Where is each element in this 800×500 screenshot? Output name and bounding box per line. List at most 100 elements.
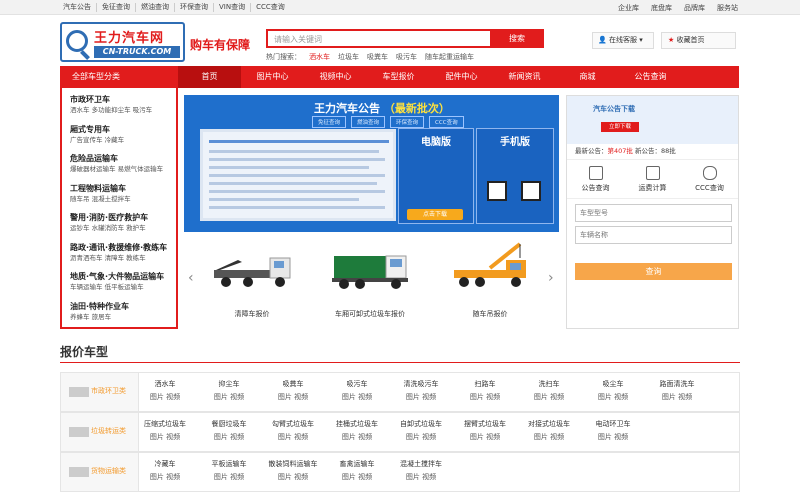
price-cell[interactable]: 洒水车 图片 视频: [133, 378, 197, 404]
tool-freight-calc[interactable]: 运费计算: [624, 160, 681, 198]
nav-videos[interactable]: 视频中心: [304, 66, 367, 88]
download-ad-button[interactable]: 立即下载: [601, 122, 639, 132]
model-number-field[interactable]: 车型型号: [575, 204, 732, 222]
online-service-button[interactable]: 👤 在线客服 ▾: [592, 32, 654, 49]
category-sub[interactable]: 随车吊 混凝土搅拌车: [70, 194, 168, 204]
price-cell[interactable]: 餐厨垃圾车 图片 视频: [197, 418, 261, 444]
truck-card[interactable]: 随车吊报价: [440, 236, 540, 326]
truck-caption[interactable]: 清障车报价: [202, 309, 302, 319]
category-item[interactable]: 油田·特种作业车 养蜂车 旅居车: [70, 301, 168, 331]
price-cell[interactable]: 清洗吸污车 图片 视频: [389, 378, 453, 404]
price-cell[interactable]: 路面清洗车 图片 视频: [645, 378, 709, 404]
price-cell[interactable]: 混凝土搅拌车 图片 视频: [389, 458, 453, 484]
category-title[interactable]: 路政·通讯·救援维修·教练车: [70, 242, 168, 253]
price-cell[interactable]: 自卸式垃圾车 图片 视频: [389, 418, 453, 444]
category-title[interactable]: 油田·特种作业车: [70, 301, 168, 312]
query-button[interactable]: 查询: [575, 263, 732, 280]
price-cell[interactable]: 吸粪车 图片 视频: [261, 378, 325, 404]
price-cell[interactable]: 畜禽运输车 图片 视频: [325, 458, 389, 484]
price-cell[interactable]: 扫路车 图片 视频: [453, 378, 517, 404]
category-item[interactable]: 路政·通讯·救援维修·教练车 沥青洒布车 清障车 教练车: [70, 242, 168, 272]
nav-parts[interactable]: 配件中心: [430, 66, 493, 88]
category-item[interactable]: 警用·消防·医疗救护车 运钞车 水罐消防车 救护车: [70, 212, 168, 242]
hot-item[interactable]: 洒水车: [309, 52, 330, 62]
top-link-notice[interactable]: 汽车公告: [58, 3, 97, 12]
download-ad-title: 汽车公告下载: [593, 105, 635, 113]
category-menu-title[interactable]: 全部车型分类: [60, 66, 178, 88]
nav-notice[interactable]: 公告查询: [619, 66, 682, 88]
category-title[interactable]: 厢式专用车: [70, 124, 168, 135]
logo-name: 王力汽车网: [94, 31, 165, 46]
hot-item[interactable]: 随车起重运输车: [425, 52, 474, 62]
category-item[interactable]: 工程物料运输车 随车吊 混凝土搅拌车: [70, 183, 168, 213]
nav-news[interactable]: 新闻资讯: [493, 66, 556, 88]
price-cell[interactable]: 对接式垃圾车 图片 视频: [517, 418, 581, 444]
price-cell[interactable]: 冷藏车 图片 视频: [133, 458, 197, 484]
download-button[interactable]: 点击下载: [407, 209, 463, 220]
nav-images[interactable]: 图片中心: [241, 66, 304, 88]
nav-mall[interactable]: 商城: [556, 66, 619, 88]
vehicle-name-field[interactable]: 车辆名称: [575, 226, 732, 244]
qr-code-icon: [521, 181, 541, 201]
hot-item[interactable]: 垃圾车: [338, 52, 359, 62]
truck-caption[interactable]: 随车吊报价: [440, 309, 540, 319]
price-cell[interactable]: 吸污车 图片 视频: [325, 378, 389, 404]
category-sub[interactable]: 沥青洒布车 清障车 教练车: [70, 253, 168, 263]
price-cell[interactable]: 挂桶式垃圾车 图片 视频: [325, 418, 389, 444]
price-cell[interactable]: 吸尘车 图片 视频: [581, 378, 645, 404]
category-sub[interactable]: 运钞车 水罐消防车 救护车: [70, 223, 168, 233]
truck-caption[interactable]: 车厢可卸式垃圾车报价: [320, 309, 420, 319]
top-link-chassis[interactable]: 底盘库: [651, 3, 672, 13]
price-cell[interactable]: 平板运输车 图片 视频: [197, 458, 261, 484]
top-link-brand[interactable]: 品牌库: [684, 3, 705, 13]
category-sub[interactable]: 养蜂车 旅居车: [70, 312, 168, 322]
price-cell[interactable]: 抑尘车 图片 视频: [197, 378, 261, 404]
row-label: 垃圾转运类: [61, 413, 139, 451]
qr-code-icon: [487, 181, 507, 201]
category-title[interactable]: 警用·消防·医疗救护车: [70, 212, 168, 223]
top-link-vin[interactable]: VIN查询: [214, 3, 252, 12]
price-cell[interactable]: 散装饲料运输车 图片 视频: [261, 458, 325, 484]
price-cell[interactable]: 摆臂式垃圾车 图片 视频: [453, 418, 517, 444]
price-cell[interactable]: 压缩式垃圾车 图片 视频: [133, 418, 197, 444]
logo-domain: CN-TRUCK.COM: [94, 46, 180, 58]
category-title[interactable]: 危险品运输车: [70, 153, 168, 164]
category-title[interactable]: 地质·气象·大件物品运输车: [70, 271, 168, 282]
top-link-service[interactable]: 服务站: [717, 3, 738, 13]
price-cell[interactable]: 洗扫车 图片 视频: [517, 378, 581, 404]
top-link-exempt[interactable]: 免征查询: [97, 3, 136, 12]
category-sub[interactable]: 爆破器材运输车 易燃气体运输车: [70, 164, 168, 174]
tow-truck-image: [214, 257, 291, 287]
tool-ccc-query[interactable]: CCC查询: [681, 160, 738, 198]
category-sub[interactable]: 洒水车 多功能抑尘车 吸污车: [70, 105, 168, 115]
price-cell[interactable]: 电动环卫车 图片 视频: [581, 418, 645, 444]
category-item[interactable]: 危险品运输车 爆破器材运输车 易燃气体运输车: [70, 153, 168, 183]
truck-card[interactable]: 车厢可卸式垃圾车报价: [320, 236, 420, 326]
garbage-truck-image: [332, 255, 408, 289]
top-link-company[interactable]: 企业库: [618, 3, 639, 13]
category-sub[interactable]: 广告宣传车 冷藏车: [70, 135, 168, 145]
search-input[interactable]: 请输入关键词: [274, 34, 322, 45]
category-sub[interactable]: 车辆运输车 低平板运输车: [70, 282, 168, 292]
category-title[interactable]: 工程物料运输车: [70, 183, 168, 194]
tool-notice-query[interactable]: 公告查询: [567, 160, 624, 198]
category-sidebar: 市政环卫车 洒水车 多功能抑尘车 吸污车 厢式专用车 广告宣传车 冷藏车 危险品运输…: [60, 88, 178, 329]
category-item[interactable]: 地质·气象·大件物品运输车 车辆运输车 低平板运输车: [70, 271, 168, 301]
search-button[interactable]: 搜索: [490, 29, 544, 48]
price-cell[interactable]: 勾臂式垃圾车 图片 视频: [261, 418, 325, 444]
top-link-fuel[interactable]: 燃油查询: [136, 3, 175, 12]
category-title[interactable]: 市政环卫车: [70, 94, 168, 105]
favorite-button[interactable]: ★ 收藏首页: [661, 32, 736, 49]
category-item[interactable]: 市政环卫车 洒水车 多功能抑尘车 吸污车: [70, 94, 168, 124]
download-ad-image[interactable]: 汽车公告下载 立即下载: [567, 96, 738, 144]
hot-item[interactable]: 吸污车: [396, 52, 417, 62]
nav-prices[interactable]: 车型报价: [367, 66, 430, 88]
truck-card[interactable]: 清障车报价: [202, 236, 302, 326]
nav-home[interactable]: 首页: [178, 66, 241, 88]
top-bar: 汽车公告 免征查询 燃油查询 环保查询 VIN查询 CCC查询 企业库 底盘库 …: [0, 0, 800, 15]
category-item[interactable]: 厢式专用车 广告宣传车 冷藏车: [70, 124, 168, 154]
top-link-eco[interactable]: 环保查询: [175, 3, 214, 12]
site-logo[interactable]: 王力汽车网 CN-TRUCK.COM: [60, 22, 185, 62]
hot-item[interactable]: 吸粪车: [367, 52, 388, 62]
top-link-ccc[interactable]: CCC查询: [251, 3, 290, 12]
